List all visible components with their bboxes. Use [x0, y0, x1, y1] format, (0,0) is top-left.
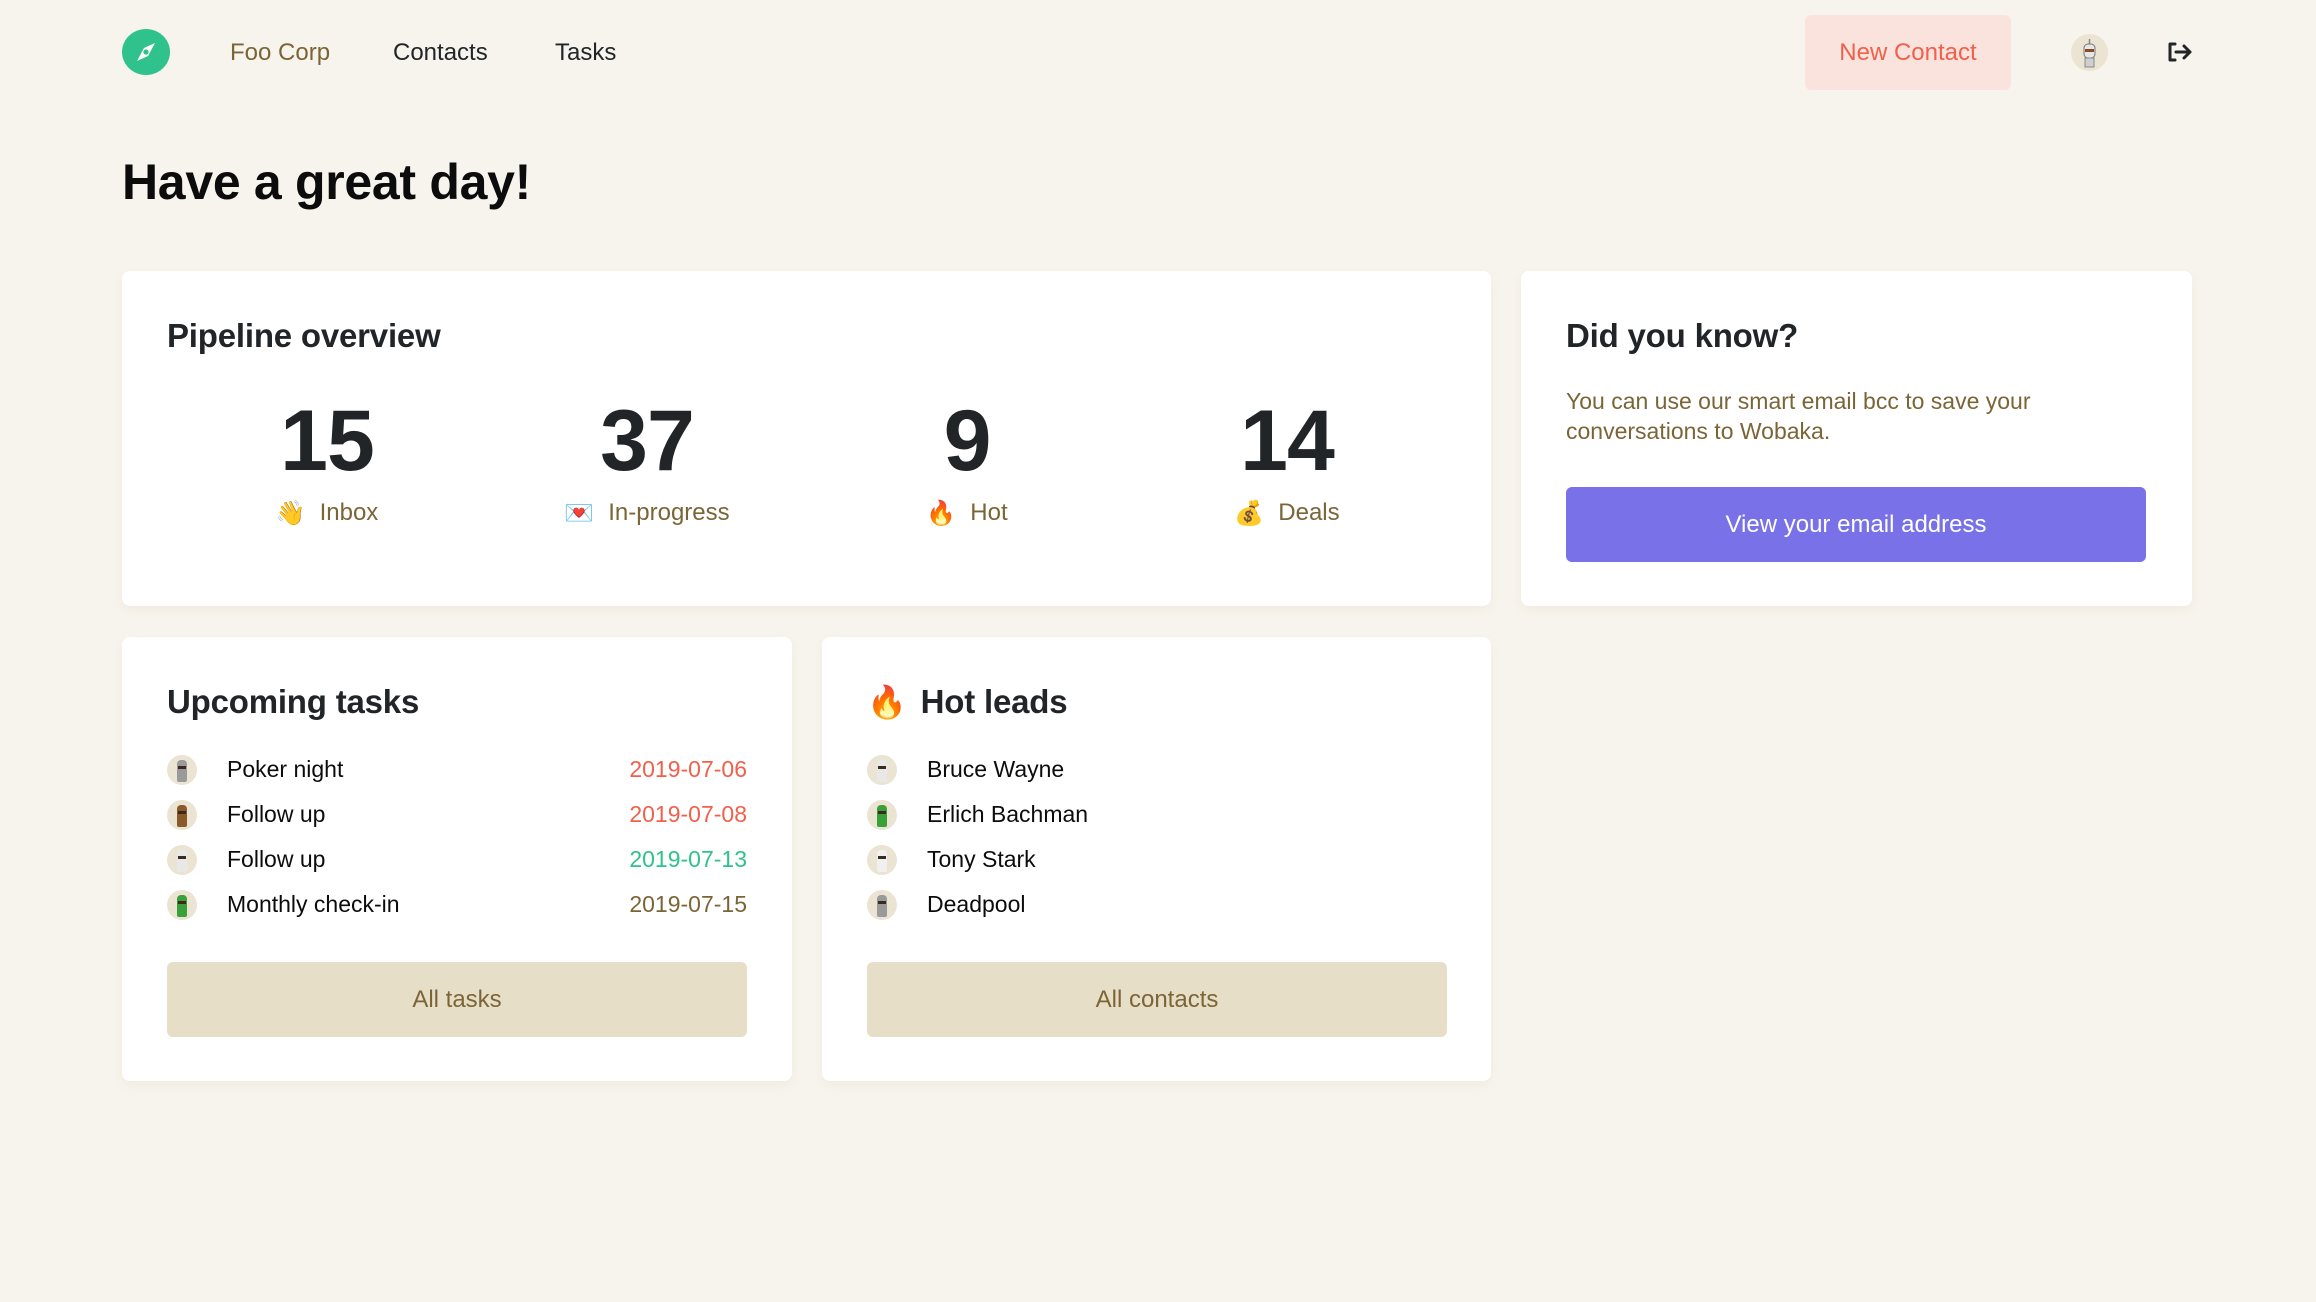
leads-title: Hot leads [920, 683, 1068, 720]
avatar-eye [178, 810, 186, 814]
nav-link-contacts[interactable]: Contacts [393, 38, 488, 68]
fire-icon: 🔥 [926, 499, 957, 527]
task-date: 2019-07-13 [629, 846, 747, 872]
lead-name: Bruce Wayne [927, 756, 1065, 782]
all-contacts-button[interactable]: All contacts [867, 962, 1447, 1037]
avatar-eye [878, 810, 886, 814]
tip-text: You can use our smart email bcc to save … [1566, 388, 2031, 444]
stat-value: 15 [280, 393, 375, 489]
stat-label-row: 💌 In-progress [487, 497, 807, 529]
new-contact-button[interactable]: New Contact [1805, 15, 2011, 90]
task-date: 2019-07-06 [629, 756, 747, 782]
nav-link-tasks[interactable]: Tasks [555, 38, 616, 68]
task-list: Poker night 2019-07-06 Follow up 2019-07… [167, 747, 747, 927]
avatar-eye [178, 855, 186, 859]
money-bag-icon: 💰 [1234, 499, 1265, 527]
lead-row[interactable]: Erlich Bachman [867, 792, 1447, 837]
lead-row[interactable]: Deadpool [867, 882, 1447, 927]
task-row[interactable]: Poker night 2019-07-06 [167, 747, 747, 792]
lead-name: Tony Stark [927, 846, 1036, 872]
user-avatar[interactable] [2071, 34, 2108, 71]
task-title: Follow up [227, 846, 326, 872]
stat-deals[interactable]: 14 💰 Deals [1127, 391, 1447, 551]
logout-button[interactable] [2165, 40, 2195, 64]
pipeline-stats: 15 👋 Inbox 37 💌 In-progress 9 🔥 Hot 14 💰 [167, 391, 1447, 551]
pipeline-title: Pipeline overview [167, 317, 441, 354]
robot-avatar-icon [177, 759, 187, 782]
task-row[interactable]: Follow up 2019-07-08 [167, 792, 747, 837]
contact-avatar [167, 844, 197, 875]
sign-out-icon [2168, 42, 2192, 62]
task-title: Follow up [227, 801, 326, 827]
robot-avatar-icon [2083, 39, 2096, 68]
contact-avatar [867, 754, 897, 785]
stat-hot[interactable]: 9 🔥 Hot [807, 391, 1127, 551]
stat-label-row: 💰 Deals [1127, 497, 1447, 529]
robot-avatar-icon [177, 849, 187, 872]
hot-leads-card: 🔥 Hot leads Bruce Wayne Erlich Bachman T… [822, 637, 1491, 1081]
avatar-eye [178, 900, 186, 904]
upcoming-tasks-card: Upcoming tasks Poker night 2019-07-06 Fo… [122, 637, 792, 1081]
lead-row[interactable]: Bruce Wayne [867, 747, 1447, 792]
robot-avatar-icon [877, 759, 887, 782]
contact-avatar [167, 754, 197, 785]
stat-label: Deals [1278, 499, 1340, 526]
compass-icon [137, 43, 155, 61]
contact-avatar [867, 889, 897, 920]
stat-value: 9 [943, 393, 992, 489]
stat-label-row: 🔥 Hot [807, 497, 1127, 529]
view-email-address-button[interactable]: View your email address [1566, 487, 2146, 562]
logo[interactable] [122, 29, 170, 75]
page-title: Have a great day! [122, 154, 531, 210]
robot-avatar-icon [177, 894, 187, 917]
task-title: Poker night [227, 756, 344, 782]
waving-hand-icon: 👋 [275, 499, 306, 527]
all-tasks-button[interactable]: All tasks [167, 962, 747, 1037]
contact-avatar [167, 889, 197, 920]
avatar-eye [178, 765, 186, 769]
robot-avatar-icon [177, 804, 187, 827]
fire-icon: 🔥 [867, 683, 907, 721]
avatar-eye [878, 765, 886, 769]
stat-value: 14 [1240, 393, 1335, 489]
tip-title: Did you know? [1566, 317, 1799, 354]
robot-avatar-icon [877, 804, 887, 827]
task-title: Monthly check-in [227, 891, 400, 917]
task-row[interactable]: Monthly check-in 2019-07-15 [167, 882, 747, 927]
did-you-know-card: Did you know? You can use our smart emai… [1521, 271, 2192, 606]
pipeline-overview-card: Pipeline overview 15 👋 Inbox 37 💌 In-pro… [122, 271, 1491, 606]
tasks-title: Upcoming tasks [167, 683, 420, 720]
love-letter-icon: 💌 [564, 499, 595, 527]
contact-avatar [867, 799, 897, 830]
robot-avatar-icon [877, 894, 887, 917]
avatar-eye [878, 900, 886, 904]
stat-value: 37 [600, 393, 695, 489]
lead-list: Bruce Wayne Erlich Bachman Tony Stark De… [867, 747, 1447, 927]
nav-link-foo-corp[interactable]: Foo Corp [230, 38, 330, 68]
stat-inbox[interactable]: 15 👋 Inbox [167, 391, 487, 551]
task-date: 2019-07-08 [629, 801, 747, 827]
lead-row[interactable]: Tony Stark [867, 837, 1447, 882]
stat-label: Hot [970, 499, 1008, 526]
top-nav: Foo Corp Contacts Tasks New Contact [0, 0, 2316, 105]
robot-avatar-icon [877, 849, 887, 872]
stat-label-row: 👋 Inbox [167, 497, 487, 529]
leads-title-row: 🔥 Hot leads [867, 682, 1068, 722]
task-date: 2019-07-15 [629, 891, 747, 917]
contact-avatar [867, 844, 897, 875]
contact-avatar [167, 799, 197, 830]
stat-label: In-progress [608, 499, 730, 526]
lead-name: Deadpool [927, 891, 1026, 917]
stat-in-progress[interactable]: 37 💌 In-progress [487, 391, 807, 551]
task-row[interactable]: Follow up 2019-07-13 [167, 837, 747, 882]
stat-label: Inbox [319, 499, 379, 526]
avatar-eye [878, 855, 886, 859]
lead-name: Erlich Bachman [927, 801, 1089, 827]
